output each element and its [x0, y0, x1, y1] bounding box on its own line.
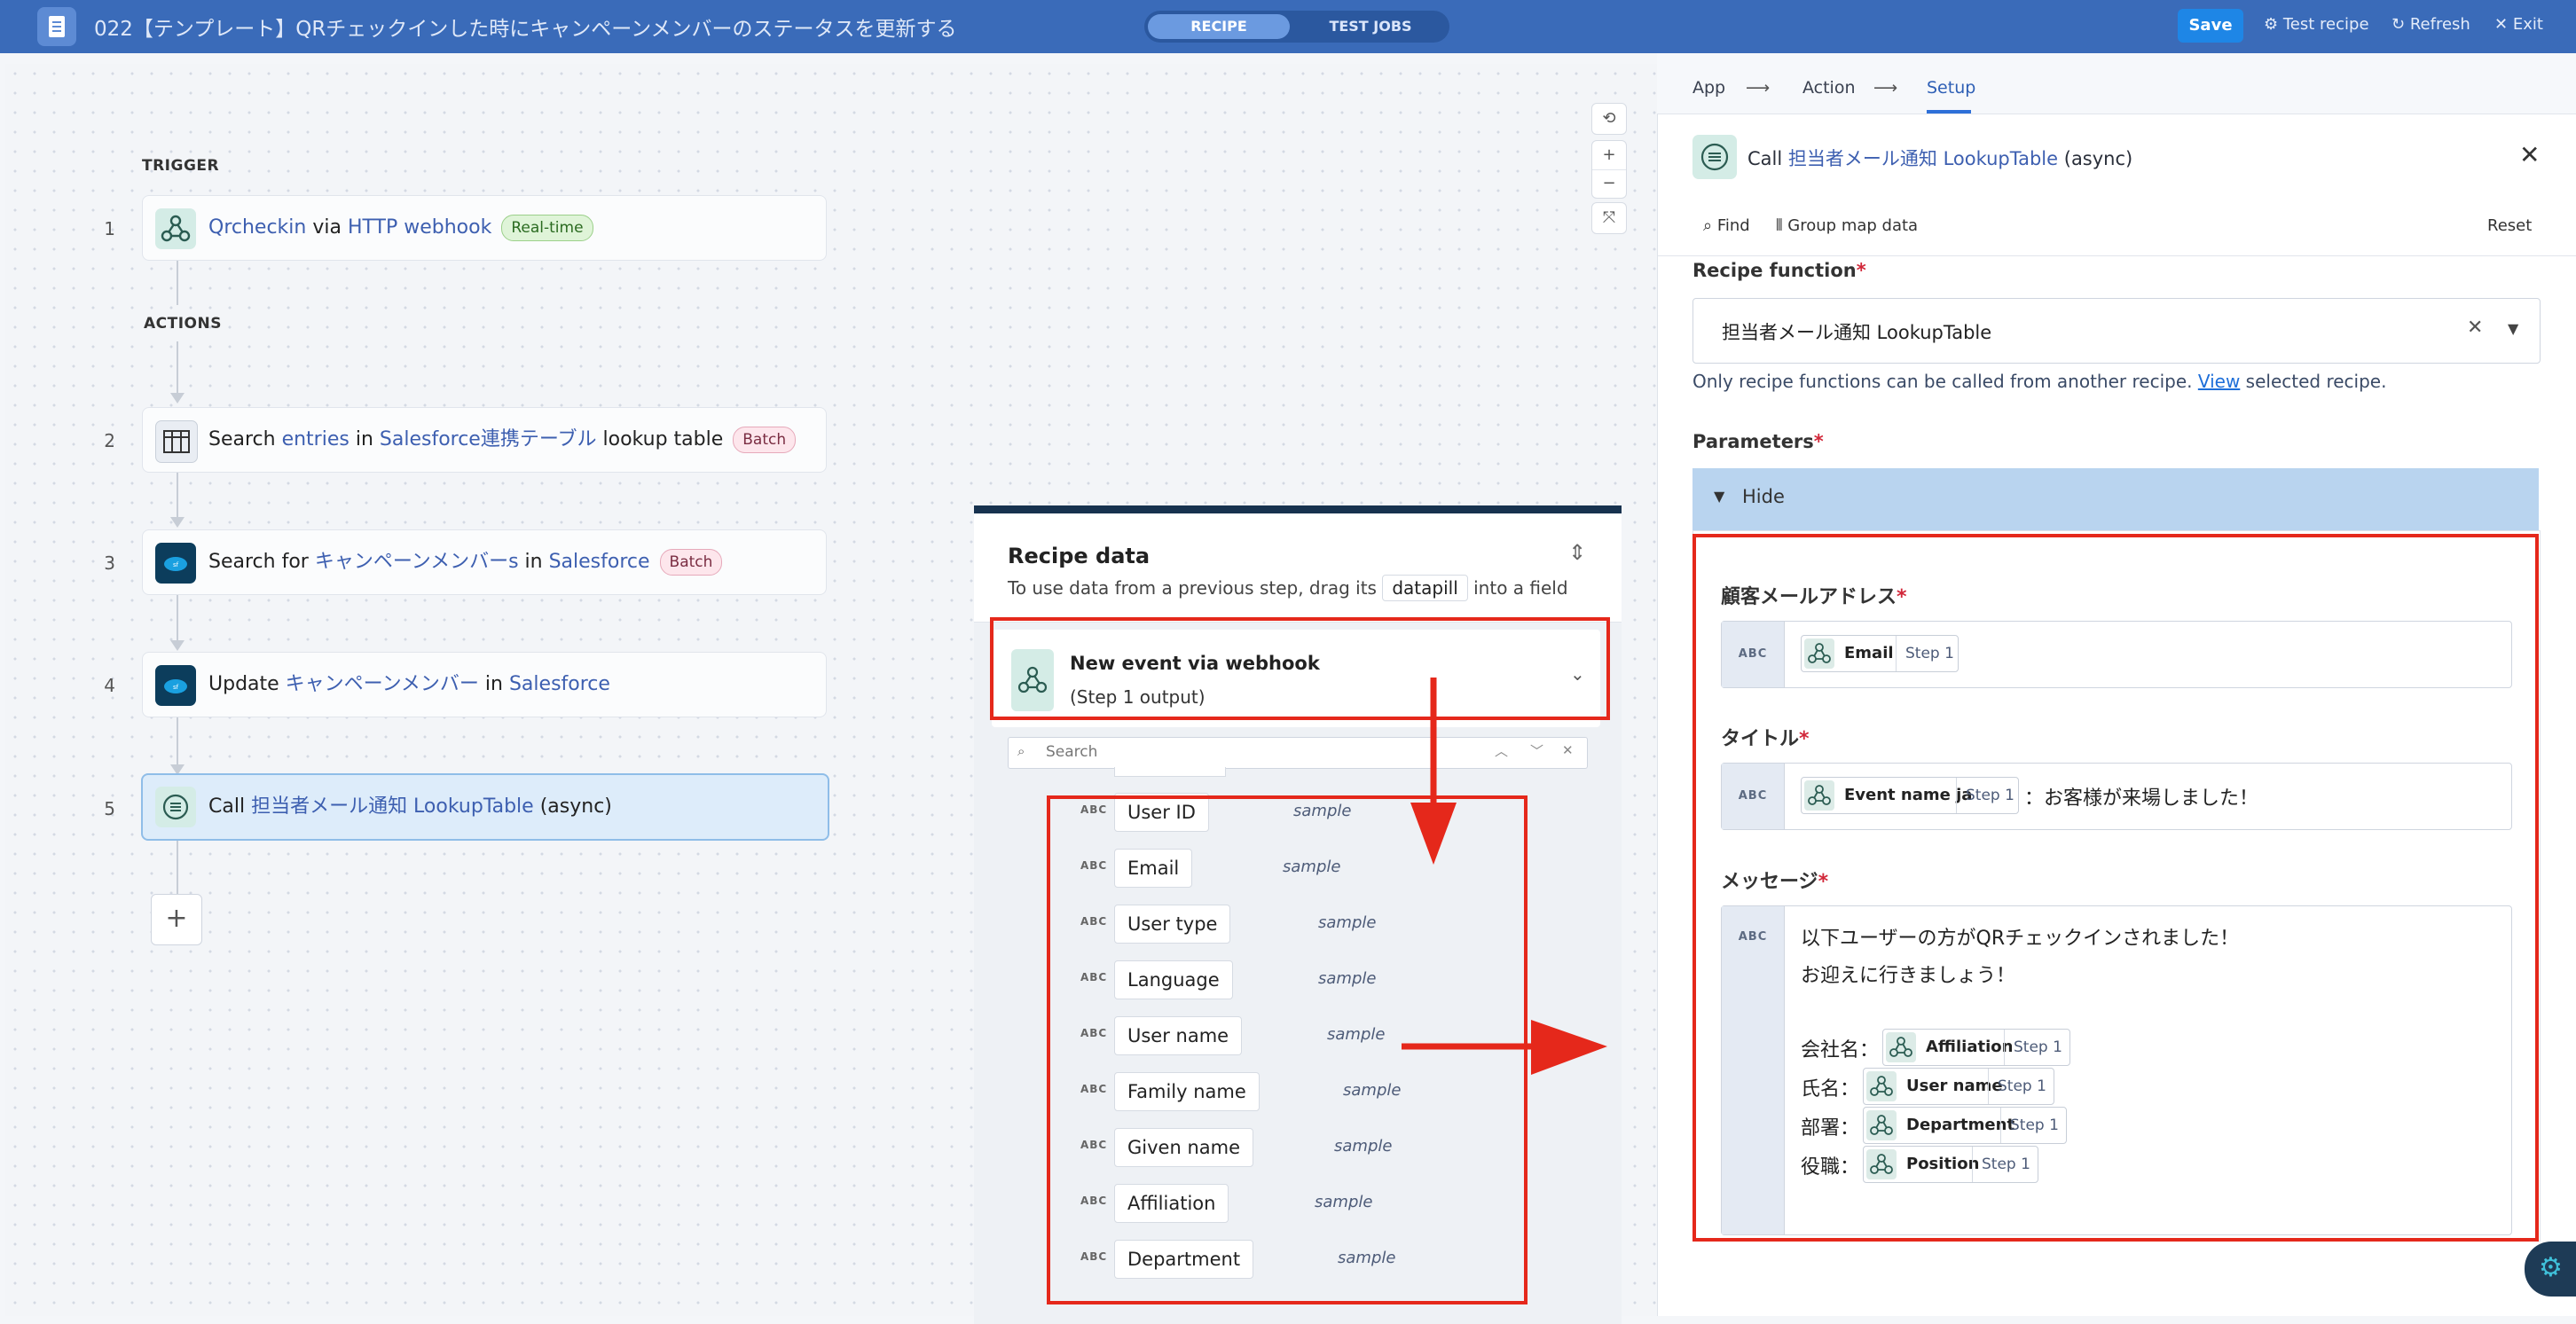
- annotation-arrows: [1402, 678, 1607, 1075]
